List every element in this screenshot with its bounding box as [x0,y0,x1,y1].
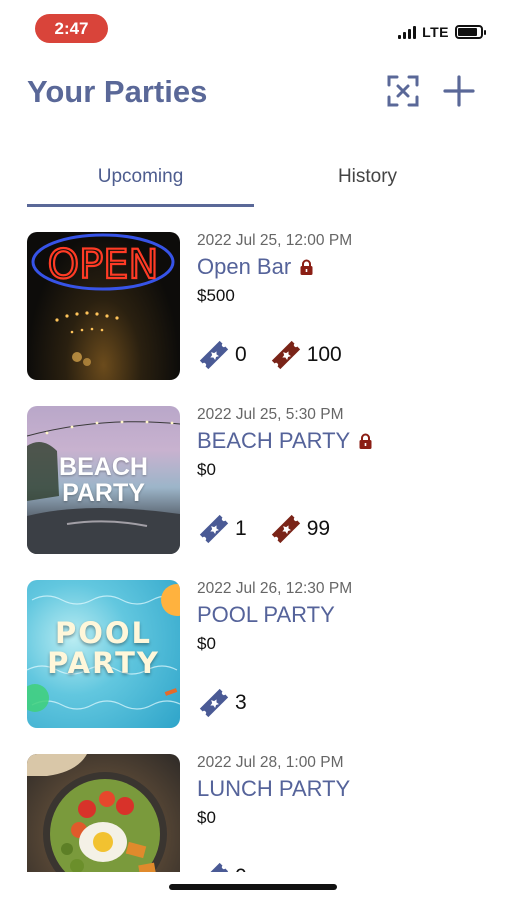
party-image-lunch-party [27,754,180,872]
neon-text: OPEN [48,242,159,288]
party-name-row: Open Bar [197,254,314,280]
party-name: LUNCH PARTY [197,776,351,801]
party-name: POOL PARTY [197,602,335,627]
party-date: 2022 Jul 25, 5:30 PM [197,406,344,423]
ticket-group-red: 99 [269,512,330,546]
beach-title-art: BEACH PARTY [27,454,180,506]
pool-title-art: POOL PARTY [27,618,180,678]
ticket-red-icon [271,514,300,544]
ticket-group-blue: 0 [197,860,247,872]
party-info: 2022 Jul 26, 12:30 PM POOL PARTY $0 3 [197,580,497,728]
ticket-count-blue: 0 [235,343,247,366]
active-tab-indicator [27,204,254,207]
party-image-open-bar: OPEN [27,232,180,380]
lunch-bowl [27,754,167,872]
ticket-group-red: 100 [269,338,342,372]
tab-bar: Upcoming History [0,150,507,210]
scan-button[interactable] [386,74,420,108]
ticket-blue-icon [199,688,229,718]
party-item-open-bar[interactable]: OPEN 2022 Jul 25, 12:00 PM Open Bar $500 [0,232,507,406]
battery-icon [455,25,486,39]
beach-title-line2: PARTY [62,479,145,507]
ticket-counts: 1 99 [197,512,346,546]
ticket-counts: 3 [197,686,263,720]
party-info: 2022 Jul 25, 5:30 PM BEACH PARTY $0 1 99 [197,406,497,554]
add-party-button[interactable] [442,74,476,108]
lock-icon [359,433,372,449]
qr-scan-icon [387,75,419,107]
signal-icon [398,25,417,39]
party-item-pool-party[interactable]: POOL PARTY 2022 Jul 26, 12:30 PM POOL PA… [0,580,507,754]
network-label: LTE [422,24,449,40]
party-price: $500 [197,286,235,305]
party-info: 2022 Jul 28, 1:00 PM LUNCH PARTY $0 0 [197,754,497,872]
party-name: Open Bar [197,254,292,279]
party-date: 2022 Jul 26, 12:30 PM [197,580,353,597]
ticket-counts: 0 [197,860,263,872]
pool-title-line2: PARTY [47,646,160,680]
neon-open-sign: OPEN [31,233,175,366]
tab-history[interactable]: History [254,166,481,188]
party-name-row: BEACH PARTY [197,428,373,454]
ticket-count-red: 100 [306,343,342,366]
party-image-pool-party: POOL PARTY [27,580,180,728]
party-list: OPEN 2022 Jul 25, 12:00 PM Open Bar $500 [0,232,507,872]
tab-upcoming[interactable]: Upcoming [27,166,254,188]
ticket-count-red: 99 [306,517,331,540]
party-date: 2022 Jul 25, 12:00 PM [197,232,353,249]
party-name: BEACH PARTY [197,428,351,453]
lock-icon [300,259,313,275]
party-item-beach-party[interactable]: BEACH PARTY 2022 Jul 25, 5:30 PM BEACH P… [0,406,507,580]
status-time: 2:47 [35,14,108,43]
plus-icon [443,75,475,107]
ticket-count-blue: 1 [235,517,247,540]
party-price: $0 [197,460,216,479]
ticket-counts: 0 100 [197,338,358,372]
status-indicators: LTE [398,24,486,40]
ticket-group-blue: 0 [197,338,247,372]
party-date: 2022 Jul 28, 1:00 PM [197,754,344,771]
ticket-red-icon [271,340,300,370]
ticket-group-blue: 3 [197,686,247,720]
status-bar: 2:47 LTE [0,0,507,56]
header: Your Parties [0,64,507,124]
party-name-row: POOL PARTY [197,602,335,628]
party-name-row: LUNCH PARTY [197,776,350,802]
party-image-beach-party: BEACH PARTY [27,406,180,554]
ticket-count-blue: 3 [235,691,247,714]
ticket-count-blue: 0 [235,865,247,872]
pool-title-line1: POOL [54,616,153,650]
party-price: $0 [197,634,216,653]
party-item-lunch-party[interactable]: 2022 Jul 28, 1:00 PM LUNCH PARTY $0 0 [0,754,507,872]
ticket-group-blue: 1 [197,512,247,546]
party-info: 2022 Jul 25, 12:00 PM Open Bar $500 0 10… [197,232,497,380]
page-title: Your Parties [27,74,208,109]
beach-title-line1: BEACH [59,453,148,481]
ticket-blue-icon [199,514,229,544]
party-price: $0 [197,808,216,827]
ticket-blue-icon [199,862,229,872]
ticket-blue-icon [199,340,229,370]
home-indicator[interactable] [169,884,337,890]
